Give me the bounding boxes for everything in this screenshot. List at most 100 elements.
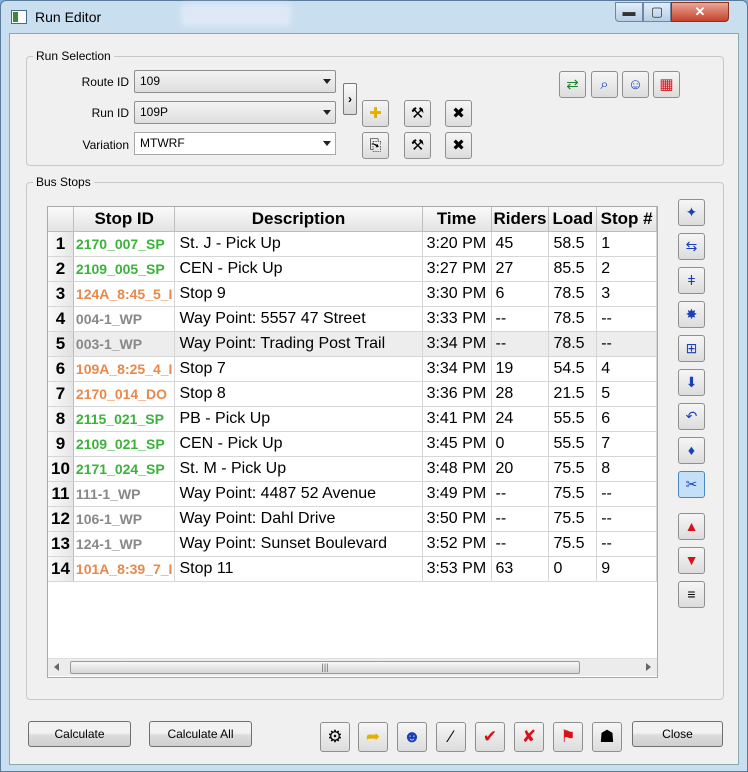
table-row[interactable]: 4 004-1_WP Way Point: 5557 47 Street 3:33 P… — [48, 306, 657, 332]
row-number[interactable]: 4 — [48, 306, 74, 332]
insert-stop-button[interactable]: ✦ — [678, 199, 705, 226]
riders-cell[interactable]: 0 — [491, 431, 550, 457]
load-cell[interactable]: 21.5 — [548, 381, 598, 407]
stop-id-cell[interactable]: 2170_007_SP — [73, 231, 176, 257]
table-row[interactable]: 5 003-1_WP Way Point: Trading Post Trail 3:… — [48, 331, 657, 357]
stop-number-cell[interactable]: -- — [596, 506, 657, 532]
riders-cell[interactable]: 24 — [491, 406, 550, 432]
scroll-thumb[interactable]: ||| — [70, 661, 580, 674]
stop-id-cell[interactable]: 003-1_WP — [73, 331, 176, 357]
swap-stop-button[interactable]: ⇆ — [678, 233, 705, 260]
time-cell[interactable]: 3:36 PM — [422, 381, 492, 407]
time-cell[interactable]: 3:20 PM — [422, 231, 492, 257]
time-cell[interactable]: 3:48 PM — [422, 456, 492, 482]
close-button[interactable]: Close — [632, 721, 723, 747]
row-number[interactable]: 10 — [48, 456, 74, 482]
load-cell[interactable]: 75.5 — [548, 531, 598, 557]
window-close-button[interactable]: ✕ — [671, 2, 729, 22]
column-header-stop-id[interactable]: Stop ID — [73, 207, 176, 232]
description-cell[interactable]: CEN - Pick Up — [174, 431, 423, 457]
students-button[interactable]: ☻ — [397, 722, 427, 752]
row-number[interactable]: 5 — [48, 331, 74, 357]
stop-id-cell[interactable]: 106-1_WP — [73, 506, 176, 532]
load-cell[interactable]: 55.5 — [548, 406, 598, 432]
stop-id-cell[interactable]: 2109_005_SP — [73, 256, 176, 282]
route-people-button[interactable]: ☺ — [622, 71, 649, 98]
description-cell[interactable]: Way Point: Sunset Boulevard — [174, 531, 423, 557]
auto-stop-button[interactable]: ✸ — [678, 301, 705, 328]
time-cell[interactable]: 3:27 PM — [422, 256, 492, 282]
delete-run-button[interactable]: ✖ — [445, 100, 472, 127]
table-row[interactable]: 13 124-1_WP Way Point: Sunset Boulevard 3:5… — [48, 531, 657, 557]
description-cell[interactable]: St. M - Pick Up — [174, 456, 423, 482]
direction-button[interactable]: ➦ — [358, 722, 388, 752]
description-cell[interactable]: Way Point: 5557 47 Street — [174, 306, 423, 332]
time-cell[interactable]: 3:34 PM — [422, 356, 492, 382]
table-row[interactable]: 10 2171_024_SP St. M - Pick Up 3:48 PM 20 75.… — [48, 456, 657, 482]
description-cell[interactable]: Stop 11 — [174, 556, 423, 582]
move-down-button[interactable]: ▼ — [678, 547, 705, 574]
scroll-left-icon[interactable] — [54, 663, 59, 671]
wand-button[interactable]: ⁄ — [436, 722, 466, 752]
row-number[interactable]: 3 — [48, 281, 74, 307]
description-cell[interactable]: CEN - Pick Up — [174, 256, 423, 282]
edit-run-button[interactable]: ⚒ — [404, 100, 431, 127]
stop-id-cell[interactable]: 124-1_WP — [73, 531, 176, 557]
optimize-button[interactable]: ⚙ — [320, 722, 350, 752]
time-cell[interactable]: 3:34 PM — [422, 331, 492, 357]
stop-number-cell[interactable]: 3 — [596, 281, 657, 307]
riders-cell[interactable]: 19 — [491, 356, 550, 382]
stop-number-cell[interactable]: 7 — [596, 431, 657, 457]
stop-number-cell[interactable]: 5 — [596, 381, 657, 407]
bus-route-button[interactable]: ✔ — [475, 722, 505, 752]
load-cell[interactable]: 54.5 — [548, 356, 598, 382]
load-cell[interactable]: 75.5 — [548, 456, 598, 482]
row-number[interactable]: 6 — [48, 356, 74, 382]
table-row[interactable]: 9 2109_021_SP CEN - Pick Up 3:45 PM 0 55.5 7 — [48, 431, 657, 457]
riders-cell[interactable]: 63 — [491, 556, 550, 582]
column-header-stop-number[interactable]: Stop # — [596, 207, 657, 232]
table-row[interactable]: 8 2115_021_SP PB - Pick Up 3:41 PM 24 55.5 6 — [48, 406, 657, 432]
time-cell[interactable]: 3:49 PM — [422, 481, 492, 507]
table-row[interactable]: 6 109A_8:25_4_I Stop 7 3:34 PM 19 54.5 4 — [48, 356, 657, 382]
time-cell[interactable]: 3:41 PM — [422, 406, 492, 432]
move-up-button[interactable]: ▲ — [678, 513, 705, 540]
riders-cell[interactable]: 27 — [491, 256, 550, 282]
stop-number-cell[interactable]: 8 — [596, 456, 657, 482]
maximize-button[interactable]: ▢ — [643, 2, 671, 22]
stop-id-cell[interactable]: 101A_8:39_7_I — [73, 556, 176, 582]
row-number[interactable]: 9 — [48, 431, 74, 457]
route-id-dropdown[interactable]: 109 — [134, 70, 336, 93]
description-cell[interactable]: St. J - Pick Up — [174, 231, 423, 257]
row-number[interactable]: 13 — [48, 531, 74, 557]
row-number[interactable]: 7 — [48, 381, 74, 407]
time-cell[interactable]: 3:52 PM — [422, 531, 492, 557]
copy-variation-button[interactable]: ⎘ — [362, 132, 389, 159]
bus-assign-button[interactable]: ⚑ — [553, 722, 583, 752]
edit-variation-button[interactable]: ⚒ — [404, 132, 431, 159]
load-cell[interactable]: 78.5 — [548, 306, 598, 332]
column-header-riders[interactable]: Riders — [491, 207, 550, 232]
description-cell[interactable]: Stop 9 — [174, 281, 423, 307]
zoom-search-button[interactable]: ⌕ — [591, 71, 618, 98]
time-cell[interactable]: 3:30 PM — [422, 281, 492, 307]
stop-number-cell[interactable]: 1 — [596, 231, 657, 257]
row-number[interactable]: 1 — [48, 231, 74, 257]
riders-cell[interactable]: -- — [491, 531, 550, 557]
time-cell[interactable]: 3:53 PM — [422, 556, 492, 582]
time-cell[interactable]: 3:33 PM — [422, 306, 492, 332]
riders-cell[interactable]: -- — [491, 306, 550, 332]
stop-id-cell[interactable]: 2170_014_DO — [73, 381, 176, 407]
load-cell[interactable]: 55.5 — [548, 431, 598, 457]
load-cell[interactable]: 0 — [548, 556, 598, 582]
load-cell[interactable]: 75.5 — [548, 481, 598, 507]
insert-waypoint-button[interactable]: ǂ — [678, 267, 705, 294]
load-cell[interactable]: 78.5 — [548, 331, 598, 357]
description-cell[interactable]: Way Point: Dahl Drive — [174, 506, 423, 532]
table-row[interactable]: 14 101A_8:39_7_I Stop 11 3:53 PM 63 0 9 — [48, 556, 657, 582]
description-cell[interactable]: Way Point: Trading Post Trail — [174, 331, 423, 357]
stop-number-cell[interactable]: 2 — [596, 256, 657, 282]
horizontal-scrollbar[interactable]: ||| — [48, 658, 657, 676]
riders-cell[interactable]: -- — [491, 331, 550, 357]
grid-map-button[interactable]: ▦ — [653, 71, 680, 98]
